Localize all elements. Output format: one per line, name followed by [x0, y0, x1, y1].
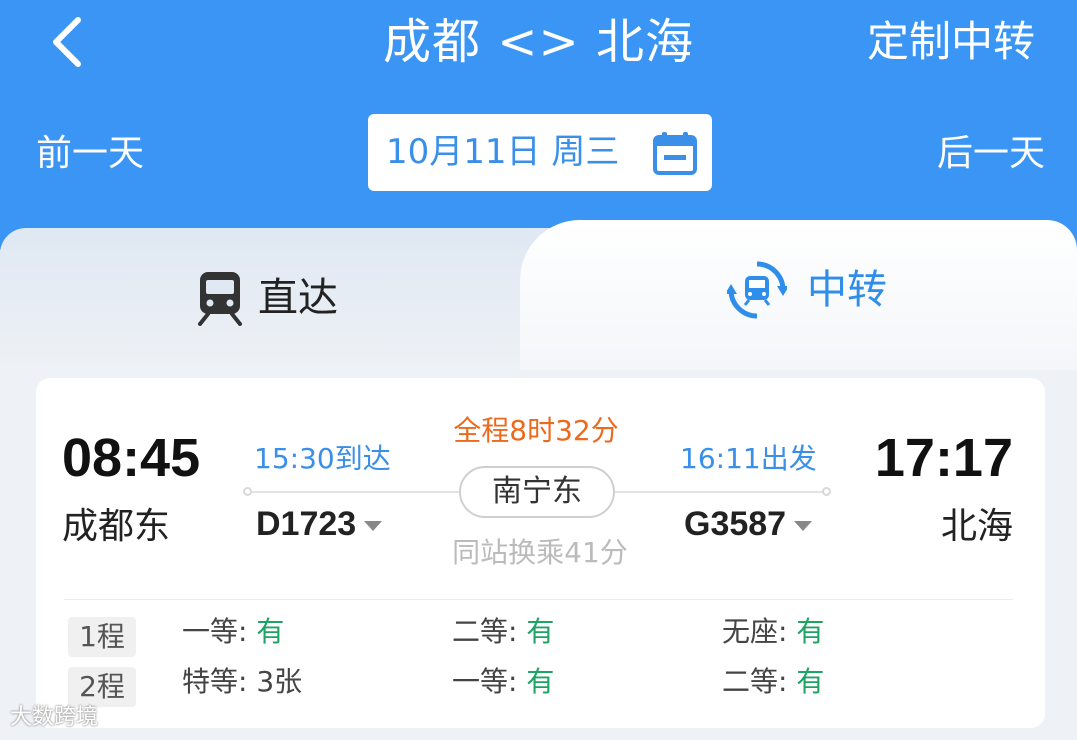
custom-transfer-button[interactable]: 定制中转 [867, 14, 1035, 70]
calendar-icon [653, 132, 697, 175]
seat-availability: 3张 [256, 665, 303, 698]
seat-class: 二等: [722, 665, 788, 698]
seat-availability: 有 [796, 615, 825, 648]
total-duration: 全程8时32分 [453, 414, 619, 447]
train-icon [198, 272, 242, 326]
leg1-arrival: 15:30到达 [254, 442, 391, 475]
seat-class: 一等: [452, 665, 518, 698]
leg1-train-label: D1723 [256, 505, 357, 543]
seat-class: 二等: [452, 615, 518, 648]
leg1-seat-1: 一等: 有 [182, 612, 284, 652]
departure-time: 08:45 [62, 428, 201, 488]
tab-direct-label: 直达 [258, 275, 338, 321]
leg1-seat-2: 二等: 有 [452, 612, 554, 652]
tab-transfer-label: 中转 [807, 267, 887, 313]
leg2-seat-3: 二等: 有 [722, 662, 824, 702]
date-label: 10月11日 周三 [386, 132, 620, 172]
leg1-tag: 1程 [68, 617, 136, 657]
tab-bar: 直达 中转 [0, 220, 1077, 370]
leg2-train-number[interactable]: G3587 [684, 502, 813, 546]
top-header: 成都 <> 北海 定制中转 前一天 10月11日 周三 后一天 [0, 0, 1077, 250]
transfer-icon [727, 261, 787, 319]
leg1-train-number[interactable]: D1723 [256, 502, 383, 546]
transfer-result-card[interactable]: 08:45 成都东 15:30到达 全程8时32分 16:11出发 南宁东 D1… [36, 378, 1045, 728]
next-day-button[interactable]: 后一天 [937, 126, 1045, 182]
leg2-train-label: G3587 [684, 505, 787, 543]
arrival-time: 17:17 [874, 428, 1013, 488]
caret-down-icon [364, 521, 383, 532]
route-line-left [248, 491, 460, 493]
departure-station: 成都东 [62, 506, 171, 547]
seat-class: 无座: [722, 615, 788, 648]
arrival-station: 北海 [940, 506, 1013, 547]
date-picker[interactable]: 10月11日 周三 [368, 114, 712, 191]
leg2-tag: 2程 [68, 667, 136, 707]
route-start-dot [243, 487, 252, 496]
tab-direct[interactable]: 直达 [0, 228, 580, 370]
seat-class: 特等: [182, 665, 248, 698]
watermark: 大数跨境 [10, 705, 99, 730]
leg1-seat-3: 无座: 有 [722, 612, 824, 652]
transfer-station: 南宁东 [459, 466, 615, 518]
leg2-departure: 16:11出发 [680, 442, 817, 475]
route-end-dot [822, 487, 831, 496]
seat-availability: 有 [796, 665, 825, 698]
caret-down-icon [794, 521, 813, 532]
tab-transfer[interactable]: 中转 [520, 220, 1077, 370]
seat-availability: 有 [526, 665, 555, 698]
divider [64, 599, 1013, 600]
prev-day-button[interactable]: 前一天 [36, 126, 144, 182]
transfer-note: 同站换乘41分 [452, 536, 628, 569]
seat-class: 一等: [182, 615, 248, 648]
leg2-seat-1: 特等: 3张 [182, 662, 302, 702]
seat-availability: 有 [526, 615, 555, 648]
leg2-seat-2: 一等: 有 [452, 662, 554, 702]
route-line-right [614, 491, 828, 493]
seat-availability: 有 [256, 615, 285, 648]
